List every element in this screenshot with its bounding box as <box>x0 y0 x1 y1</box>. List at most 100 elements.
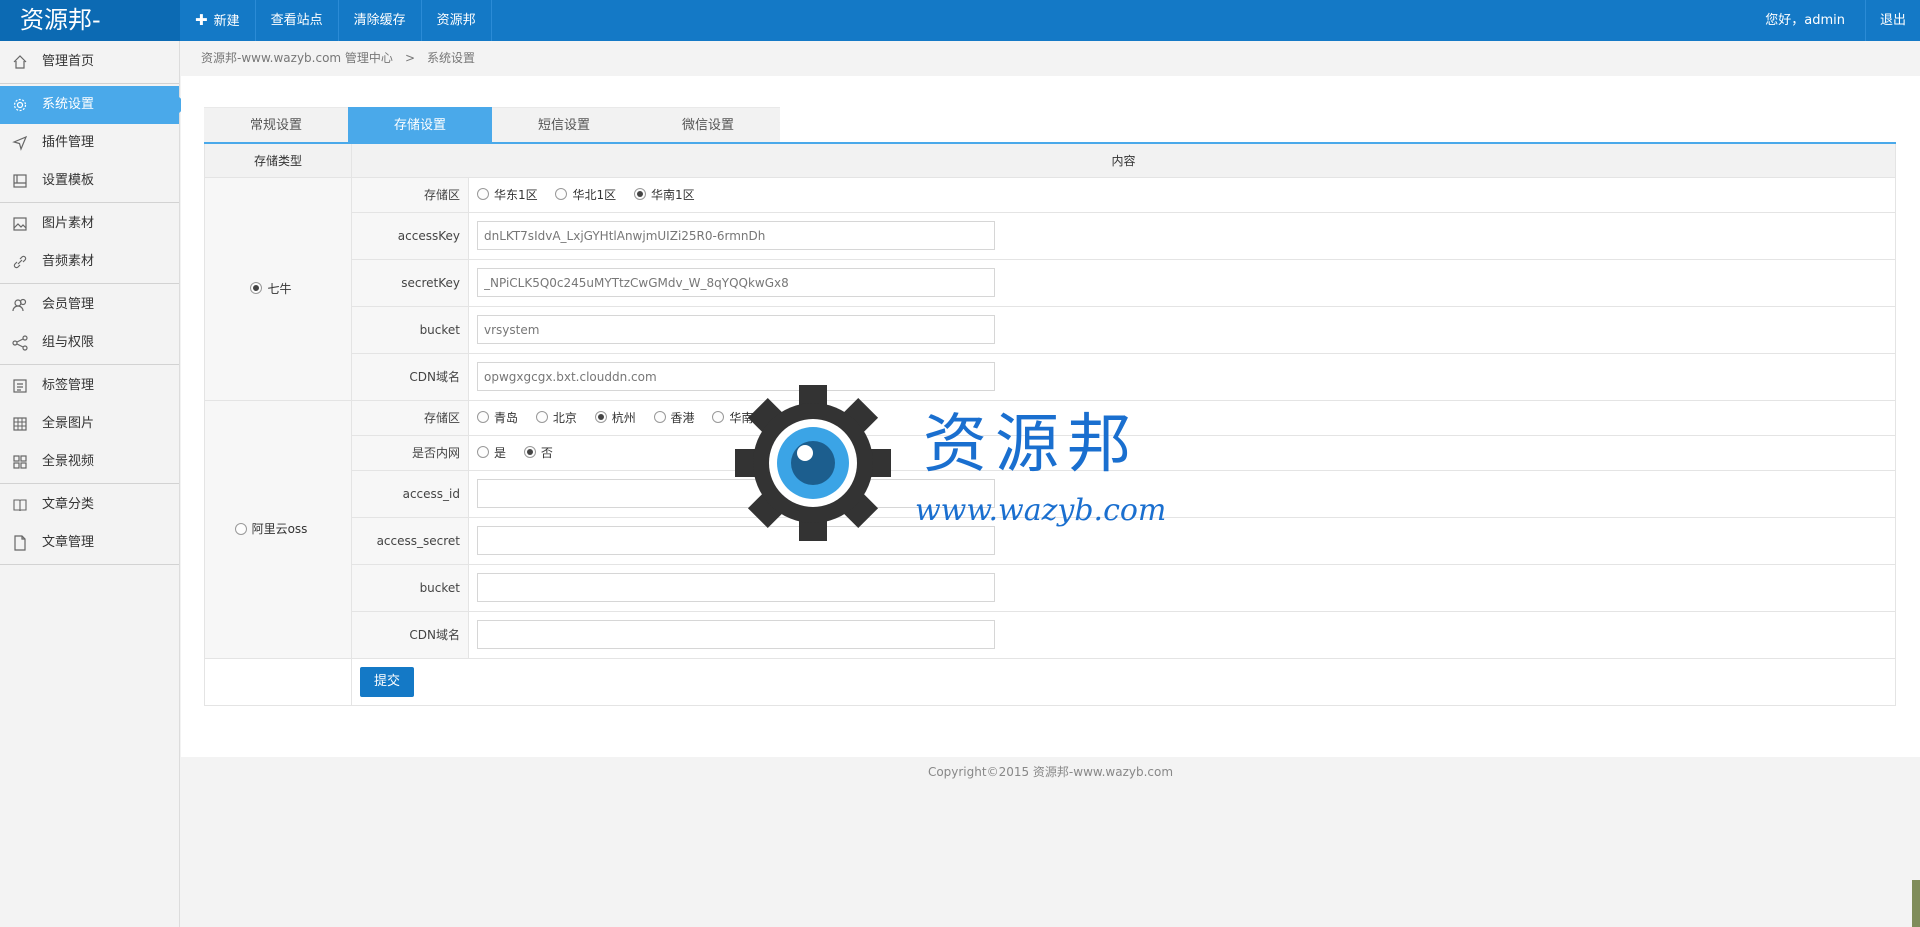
table-header-row: 存储类型 内容 <box>204 142 1896 178</box>
storage-settings-table: 存储类型 内容 七牛 存储区 华东1区 华北1区 华南1区 accessKey <box>204 142 1896 706</box>
qiniu-secretkey-label: secretKey <box>351 258 469 307</box>
table-row: 是否内网 是 否 <box>205 434 1896 471</box>
table-row: 阿里云oss 存储区 青岛 北京 杭州 香港 华南1 <box>204 399 1896 659</box>
sidebar-item-label: 文章分类 <box>42 497 95 512</box>
qiniu-region-huabei1[interactable]: 华北1区 <box>555 186 616 203</box>
clear-cache-button[interactable]: 清除缓存 <box>339 0 422 41</box>
sidebar-item-home[interactable]: 管理首页 <box>0 43 179 81</box>
oss-type-cell: 阿里云oss <box>204 399 352 659</box>
book-icon <box>13 499 27 512</box>
qiniu-cdn-cell <box>468 352 1896 401</box>
sidebar-group: 文章分类 文章管理 <box>0 484 179 565</box>
oss-access-id-input[interactable] <box>477 479 995 508</box>
tab-sms[interactable]: 短信设置 <box>492 107 636 142</box>
list-icon <box>13 379 27 393</box>
sidebar-item-groups-permissions[interactable]: 组与权限 <box>0 324 179 362</box>
logout-button[interactable]: 退出 <box>1866 0 1920 41</box>
sidebar-item-articles[interactable]: 文章管理 <box>0 524 179 562</box>
qiniu-region-huanan1[interactable]: 华南1区 <box>633 186 695 203</box>
plus-icon: ✚ <box>195 11 208 29</box>
sidebar-group: 会员管理 组与权限 <box>0 284 179 365</box>
home-icon <box>13 55 27 69</box>
users-icon <box>12 298 27 312</box>
sidebar-item-label: 设置模板 <box>42 173 95 188</box>
oss-intranet-yes[interactable]: 是 <box>477 444 506 461</box>
table-row: bucket <box>205 305 1896 354</box>
qiniu-bucket-label: bucket <box>351 305 469 354</box>
qiniu-bucket-input[interactable] <box>477 315 995 344</box>
oss-region-options: 青岛 北京 杭州 香港 华南1 <box>468 399 1896 436</box>
breadcrumb-separator: > <box>404 51 415 65</box>
tab-wechat[interactable]: 微信设置 <box>636 107 780 142</box>
radio-label: 香港 <box>670 410 695 425</box>
table-row: 七牛 存储区 华东1区 华北1区 华南1区 <box>204 176 1896 401</box>
sidebar-item-label: 文章管理 <box>42 535 95 550</box>
scrollbar-indicator[interactable] <box>1912 880 1920 927</box>
table-row: bucket <box>205 563 1896 612</box>
table-row: access_id <box>205 469 1896 518</box>
qiniu-region-huadong1[interactable]: 华东1区 <box>477 186 538 203</box>
tab-storage[interactable]: 存储设置 <box>348 107 492 142</box>
sidebar-item-label: 插件管理 <box>42 135 95 150</box>
qiniu-type-radio[interactable]: 七牛 <box>250 280 292 297</box>
qiniu-accesskey-input[interactable] <box>477 221 995 250</box>
send-icon <box>12 135 28 151</box>
view-site-button[interactable]: 查看站点 <box>256 0 339 41</box>
col-storage-type: 存储类型 <box>204 142 352 178</box>
radio-indicator <box>535 411 548 424</box>
radio-indicator <box>477 188 489 201</box>
radio-indicator <box>594 411 607 424</box>
submit-cell: 提交 <box>351 657 1896 706</box>
oss-region-label: 存储区 <box>351 399 469 436</box>
sidebar-item-label: 音频素材 <box>42 254 95 269</box>
oss-access-secret-input[interactable] <box>477 526 995 555</box>
grid-icon <box>13 417 27 431</box>
breadcrumb: 资源邦-www.wazyb.com 管理中心 > 系统设置 <box>181 41 1920 76</box>
oss-region-hongkong[interactable]: 香港 <box>653 409 695 426</box>
sidebar-item-tags[interactable]: 标签管理 <box>0 367 179 405</box>
sidebar-item-plugins[interactable]: 插件管理 <box>0 124 179 162</box>
new-label: 新建 <box>213 14 240 29</box>
settings-tabs: 常规设置 存储设置 短信设置 微信设置 <box>204 107 780 142</box>
sidebar-item-system-settings[interactable]: 系统设置 <box>0 86 188 124</box>
radio-indicator <box>712 411 725 424</box>
sidebar-item-images[interactable]: 图片素材 <box>0 205 179 243</box>
sidebar-item-audio[interactable]: 音频素材 <box>0 243 179 281</box>
sidebar-item-panorama-videos[interactable]: 全景视频 <box>0 443 179 481</box>
radio-indicator <box>477 411 489 424</box>
oss-region-qingdao[interactable]: 青岛 <box>477 409 518 426</box>
submit-row-spacer <box>204 657 352 706</box>
breadcrumb-home[interactable]: 资源邦-www.wazyb.com 管理中心 <box>201 51 393 65</box>
oss-type-radio[interactable]: 阿里云oss <box>234 520 307 537</box>
file-icon <box>14 535 26 551</box>
sidebar-item-members[interactable]: 会员管理 <box>0 286 179 324</box>
oss-region-hangzhou[interactable]: 杭州 <box>594 409 636 426</box>
qiniu-cdn-input[interactable] <box>477 362 995 391</box>
main: 资源邦-www.wazyb.com 管理中心 > 系统设置 常规设置 存储设置 短信… <box>181 41 1920 927</box>
ziyuanbang-link[interactable]: 资源邦 <box>422 0 492 41</box>
table-row: CDN域名 <box>205 352 1896 401</box>
sidebar-item-templates[interactable]: 设置模板 <box>0 162 179 200</box>
gear-icon <box>13 98 27 112</box>
logo[interactable]: 资源邦- <box>0 0 180 41</box>
oss-bucket-input[interactable] <box>477 573 995 602</box>
radio-indicator <box>653 411 666 424</box>
new-button[interactable]: ✚ 新建 <box>180 0 256 41</box>
sidebar-item-label: 组与权限 <box>42 335 95 350</box>
oss-cdn-cell <box>468 610 1896 659</box>
radio-label: 是 <box>494 445 507 460</box>
oss-intranet-no[interactable]: 否 <box>523 444 553 461</box>
oss-region-beijing[interactable]: 北京 <box>535 409 577 426</box>
sidebar-item-panorama-images[interactable]: 全景图片 <box>0 405 179 443</box>
oss-region-huanan1[interactable]: 华南1 <box>712 409 761 426</box>
oss-intranet-options: 是 否 <box>468 434 1896 471</box>
template-icon <box>13 174 27 188</box>
sidebar-item-article-categories[interactable]: 文章分类 <box>0 486 179 524</box>
qiniu-secretkey-input[interactable] <box>477 268 995 297</box>
radio-label: 华东1区 <box>494 187 538 202</box>
tab-general[interactable]: 常规设置 <box>204 107 348 142</box>
submit-button[interactable]: 提交 <box>360 666 414 697</box>
oss-cdn-input[interactable] <box>477 620 995 649</box>
oss-cdn-label: CDN域名 <box>351 610 469 659</box>
radio-indicator <box>555 188 568 201</box>
